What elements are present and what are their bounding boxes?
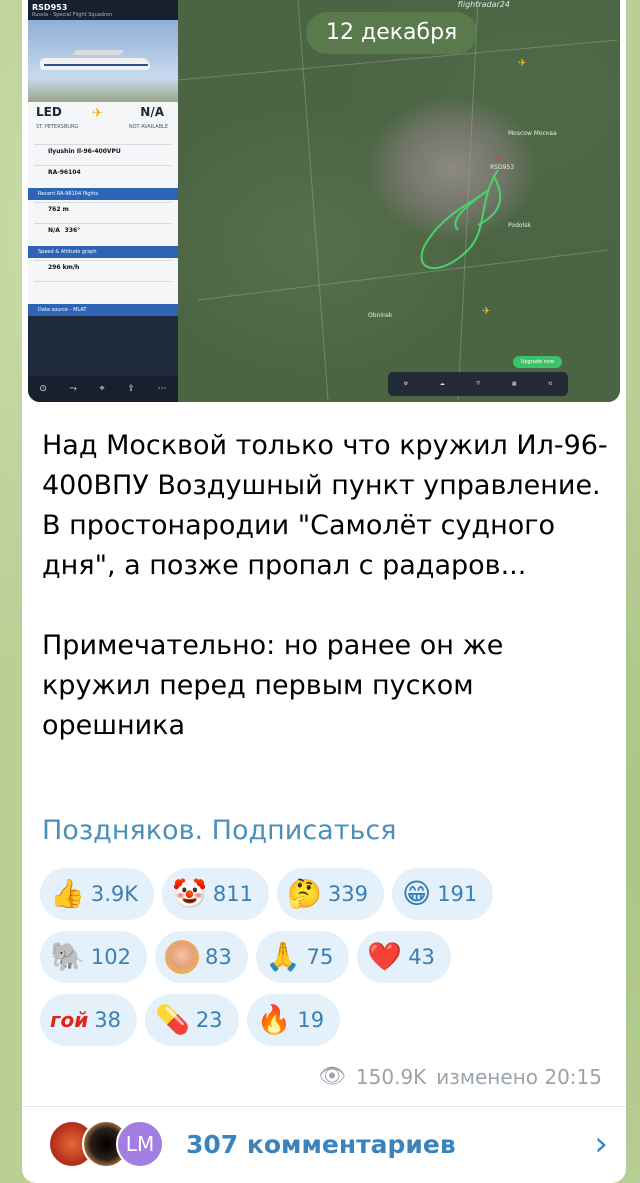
speed-graph-bar: Speed & Altitude graph — [28, 246, 178, 258]
pill-icon: 💊 — [154, 1003, 190, 1036]
registration-row: RA-96104 — [34, 165, 172, 186]
playback-icon: ⟲ — [548, 381, 553, 387]
plane-marker-icon: ✈ — [518, 58, 527, 69]
comments-button[interactable]: LM 307 комментариев › — [48, 1116, 608, 1172]
grin-icon: 😁 — [401, 877, 432, 910]
more-icon: ⋯ — [157, 384, 167, 394]
plane-wing — [71, 50, 125, 55]
flight-map: flightradar24 Moscow Москва RSD953 Podol… — [178, 0, 620, 402]
map-toolbar: ⚙ ☁ ⛛ ▦ ⟲ — [388, 372, 568, 396]
plane-stripe — [44, 64, 148, 66]
fr24-sidebar: RSD953 Russia - Special Flight Squadron … — [28, 0, 178, 402]
heart-icon: ❤️ — [367, 940, 403, 973]
goy-sticker-icon: гой — [50, 1008, 89, 1032]
plane-icon: ✈ — [92, 106, 103, 121]
aircraft-type-row: Ilyushin Il-96-400VPU — [34, 144, 172, 165]
fr24-speed: 296 km/h — [28, 258, 178, 304]
divider — [22, 1106, 626, 1107]
fr24-flight-number: RSD953 — [32, 3, 68, 12]
reaction-grin[interactable]: 😁 191 — [391, 868, 494, 920]
fr24-header: RSD953 Russia - Special Flight Squadron — [28, 0, 178, 20]
fr24-toolbar: ⊙ ⤳ ⌖ ⇪ ⋯ — [28, 376, 178, 402]
reaction-custom-face[interactable]: 83 — [154, 931, 248, 983]
destination-code: N/A — [140, 105, 164, 119]
reaction-fire[interactable]: 🔥 19 — [246, 994, 341, 1046]
map-label-moscow: Moscow Москва — [508, 130, 557, 137]
message-meta: 👁 150.9K изменено 20:15 — [318, 1064, 602, 1089]
fr24-route: LED ✈ N/A ST. PETERSBURG NOT AVAILABLE — [28, 102, 178, 142]
selected-plane-icon: ✈ — [494, 154, 502, 164]
post-text: Над Москвой только что кружил Ил-96-400В… — [42, 430, 608, 741]
map-label-podolsk: Podolsk — [508, 222, 531, 229]
reaction-clown[interactable]: 🤡 811 — [162, 868, 270, 920]
reactions: 👍 3.9K 🤡 811 🤔 339 😁 191 🐘 102 83 🙏 75 ❤️ 43 го… — [40, 868, 600, 1057]
data-source-bar: Data source - MLAT — [28, 304, 178, 316]
origin-code: LED — [36, 105, 62, 119]
reaction-thinking[interactable]: 🤔 339 — [277, 868, 384, 920]
fr24-logo: flightradar24 — [457, 0, 510, 9]
map-overlay — [178, 0, 619, 401]
avatar: LM — [116, 1120, 164, 1168]
fr24-operator: Russia - Special Flight Squadron — [32, 12, 113, 18]
plane-marker-icon: ✈ — [482, 306, 491, 317]
destination-city: NOT AVAILABLE — [128, 124, 168, 130]
elephant-icon: 🐘 — [50, 940, 85, 973]
reactions-row: 🐘 102 83 🙏 75 ❤️ 43 — [40, 931, 600, 983]
reaction-pray[interactable]: 🙏 75 — [255, 931, 350, 983]
thumbs-up-icon: 👍 — [50, 877, 85, 910]
fr24-details: Ilyushin Il-96-400VPU RA-96104 — [28, 142, 178, 188]
fire-icon: 🔥 — [256, 1003, 292, 1036]
comments-label: 307 комментариев — [186, 1129, 456, 1159]
weather-icon: ☁ — [439, 381, 445, 387]
pray-icon: 🙏 — [265, 940, 301, 973]
edited-timestamp: изменено 20:15 — [436, 1064, 602, 1089]
origin-city: ST. PETERSBURG — [36, 124, 79, 130]
view-count: 150.9K — [355, 1064, 427, 1089]
share-icon: ⇪ — [127, 384, 135, 394]
baro-alt-row: 762 m — [34, 202, 172, 223]
settings-icon: ⚙ — [403, 381, 409, 387]
map-label-obninsk: Obninsk — [368, 312, 393, 319]
thinking-icon: 🤔 — [287, 877, 322, 910]
widgets-icon: ▦ — [511, 381, 517, 387]
reaction-goy[interactable]: гой 38 — [40, 994, 137, 1046]
reactions-row: 👍 3.9K 🤡 811 🤔 339 😁 191 — [40, 868, 600, 920]
reaction-pill[interactable]: 💊 23 — [144, 994, 239, 1046]
message-bubble: RSD953 Russia - Special Flight Squadron … — [22, 0, 626, 1183]
date-badge: 12 декабря — [306, 12, 478, 54]
reaction-elephant[interactable]: 🐘 102 — [40, 931, 147, 983]
channel-signature-link[interactable]: Поздняков. Подписаться — [42, 815, 396, 846]
fr24-altitude: 762 m N/A 336° — [28, 200, 178, 246]
follow-icon: ⌖ — [99, 384, 105, 394]
clown-icon: 🤡 — [172, 877, 207, 910]
upgrade-button: Upgrade now — [512, 356, 562, 368]
recent-flights-bar: Recent RA-96104 flights — [28, 188, 178, 200]
3d-view-icon: ⊙ — [39, 384, 47, 394]
wind-row — [34, 281, 172, 302]
route-icon: ⤳ — [69, 384, 77, 394]
eye-icon: 👁 — [317, 1064, 346, 1089]
reaction-thumbs-up[interactable]: 👍 3.9K — [40, 868, 155, 920]
chevron-right-icon: › — [594, 1124, 608, 1164]
filters-icon: ⛛ — [476, 381, 481, 387]
reactions-row: гой 38 💊 23 🔥 19 — [40, 994, 600, 1046]
face-sticker-icon — [164, 940, 199, 974]
screenshot-image[interactable]: RSD953 Russia - Special Flight Squadron … — [28, 0, 620, 402]
reaction-heart[interactable]: ❤️ 43 — [357, 931, 451, 983]
map-label-flight: RSD953 — [490, 164, 515, 171]
ground-speed-row: 296 km/h — [34, 260, 172, 281]
aircraft-photo — [28, 20, 178, 102]
gps-alt-row: N/A 336° — [34, 223, 172, 244]
